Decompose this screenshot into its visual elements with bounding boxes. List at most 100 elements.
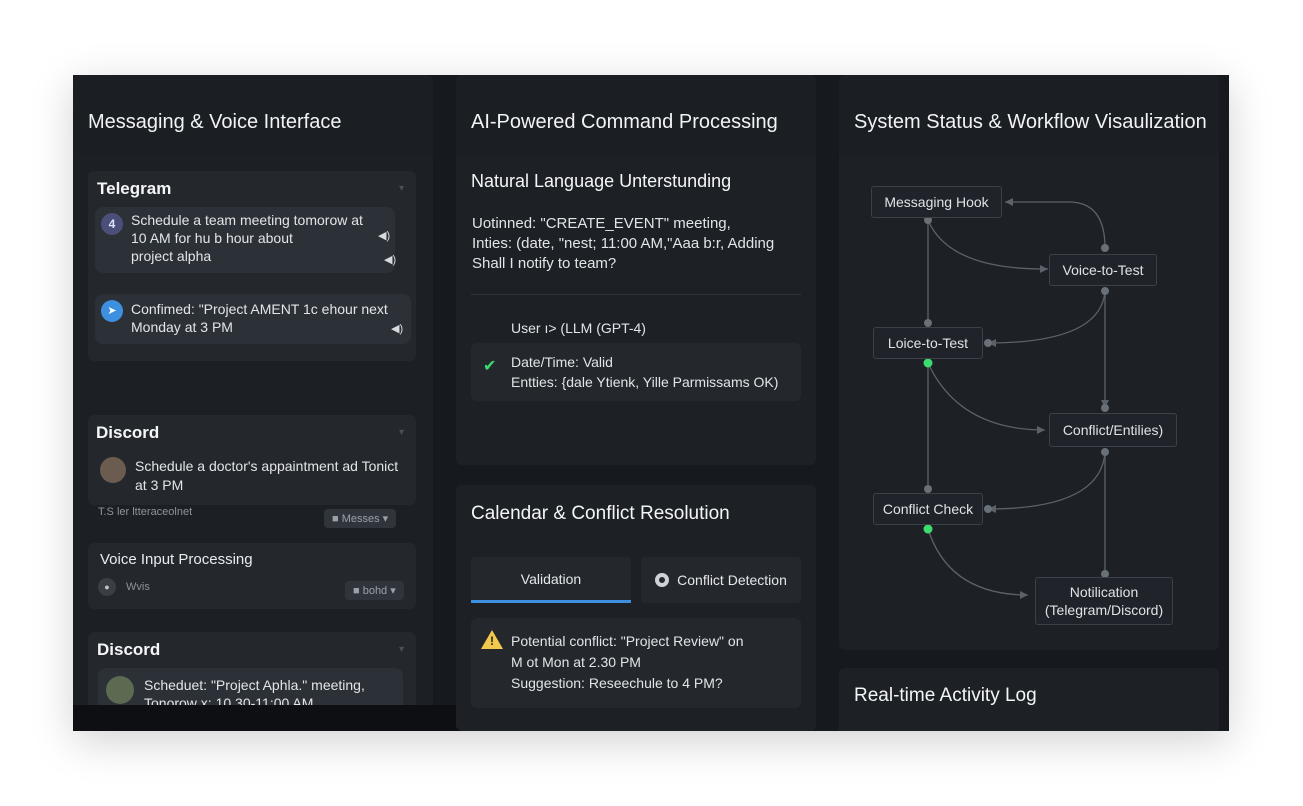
alert-line-3: Suggestion: Reseechule to 4 PM? [511,675,723,691]
discord-2-line1: Scheduet: "Project Aphla." meeting, [144,677,365,693]
discord-footer-text: T.S ler ltteraceolnet [98,506,193,518]
telegram-message-1[interactable]: 4 Schedule a team meeting tomorow at 10 … [95,207,395,273]
ai-panel: AI-Powered Command Processing Natural La… [456,75,816,465]
node-messaging-hook[interactable]: Messaging Hook [871,186,1002,218]
nlu-line-1: Uotinned: "CREATE_EVENT" meeting, [472,215,731,232]
messaging-header: Messaging & Voice Interface [73,75,433,155]
nlu-line-2: Inties: (date, "nest; 11:00 AM,"Aaa b:r,… [472,235,775,252]
calendar-title: Calendar & Conflict Resolution [471,503,730,524]
arrowhead [1005,198,1013,206]
activity-log-title: Real-time Activity Log [854,685,1037,706]
telegram-message-1-line2: 10 AM for hu b hour about [131,230,293,246]
status-dot-green [923,524,933,534]
status-dot-green [923,358,933,368]
ai-column: AI-Powered Command Processing Natural La… [456,75,818,731]
node-voice-to-test-label: Voice-to-Test [1062,262,1144,278]
nlu-title: Natural Language Unterstunding [471,171,732,191]
conflict-alert-card: ! Potential conflict: "Project Review" o… [471,618,801,708]
divider [471,294,801,295]
edge-conflict-check [987,451,1106,510]
node-voice-to-test[interactable]: Voice-to-Test [1049,254,1157,286]
node-conflict-entities-label: Conflict/Entilies) [1062,422,1164,438]
voice-input-dropdown[interactable]: ■ bohd ▾ [345,581,404,600]
chevron-down-icon[interactable]: ▾ [399,183,404,194]
check-icon: ✔ [483,358,497,375]
messaging-title: Messaging & Voice Interface [88,111,342,133]
messaging-column: Messaging & Voice Interface Telegram ▾ 4… [73,75,513,731]
chevron-down-icon[interactable]: ▾ [399,427,404,438]
port-dot [1101,404,1109,412]
telegram-card: Telegram ▾ 4 Schedule a team meeting tom… [88,171,416,361]
node-messaging-hook-label: Messaging Hook [884,194,989,210]
alert-line-2: M ot Mon at 2.30 PM [511,654,641,670]
chevron-down-icon[interactable]: ▾ [399,644,404,655]
telegram-message-2-line1: Confimed: "Project AMENT 1c ehour next [131,301,388,317]
edge-loice-conflict [927,362,1046,431]
node-conflict-check-label: Conflict Check [882,501,974,517]
bottom-bar [73,705,513,731]
port-dot [984,339,992,347]
ai-header: AI-Powered Command Processing [456,75,816,155]
calendar-panel: Calendar & Conflict Resolution Validatio… [456,485,816,731]
port-dot [1101,448,1109,456]
node-notification-label-1: Notilication [1069,584,1139,600]
tab-validation[interactable]: Validation [471,557,631,603]
port-dot [924,485,932,493]
node-notification-label-2: (Telegram/Discord) [1044,602,1164,618]
discord-message-line1: Schedule a doctor's appaintment ad Tonic… [135,458,399,474]
warning-exclaim: ! [490,634,494,648]
discord-message-line2: at 3 PM [135,477,184,493]
activity-log-panel: Real-time Activity Log [839,668,1219,731]
voice-input-status: Wvis [126,581,150,593]
messaging-panel: Messaging & Voice Interface Telegram ▾ 4… [73,75,433,731]
arrowhead [1040,265,1048,273]
discord-message-dropdown[interactable]: ■ Messes ▾ [324,509,397,528]
check-line-1: Date/Time: Valid [511,354,613,370]
arrowhead [1037,426,1045,434]
llm-flow-text: User ı> (LLM (GPT-4) [511,320,646,336]
discord-2-title: Discord [97,640,161,659]
user-avatar-icon: 4 [101,213,123,235]
telegram-message-2-line2: Monday at 3 PM [131,319,233,335]
app-window: Messaging & Voice Interface Telegram ▾ 4… [73,75,1229,731]
telegram-message-1-line1: Schedule a team meeting tomorow at [131,212,363,228]
edge-hook-voice [927,219,1049,270]
node-conflict-entities[interactable]: Conflict/Entilies) [1049,413,1177,447]
speaker-icon[interactable]: ◀) [391,320,403,338]
voice-pill-label: bohd [362,585,388,597]
telegram-message-1-line3: project alpha [131,248,212,264]
status-header: System Status & Workflow Visaulization [839,75,1219,155]
tab-validation-label: Validation [520,570,582,587]
user-avatar-icon [106,676,134,704]
discord-card: Discord ▾ Schedule a doctor's appaintmen… [88,415,416,505]
node-conflict-check[interactable]: Conflict Check [873,493,983,525]
telegram-message-2[interactable]: ➤ Confimed: "Project AMENT 1c ehour next… [95,294,411,344]
speaker-icon[interactable]: ◀) [384,253,396,266]
workflow-diagram [923,198,1109,599]
voice-input-card: Voice Input Processing ● Wvis ■ bohd ▾ [88,543,416,609]
edge-voice-loice [987,290,1106,344]
arrowhead [1020,591,1028,599]
microphone-icon[interactable]: ● [98,578,116,596]
node-loice-to-test-label: Loice-to-Test [887,335,969,351]
node-loice-to-test[interactable]: Loice-to-Test [873,327,983,359]
voice-input-title: Voice Input Processing [100,551,253,568]
tab-conflict-label: Conflict Detection [677,572,787,588]
status-panel: System Status & Workflow Visaulization M… [839,75,1219,650]
validation-result-card: ✔ Date/Time: Valid Entties: {dale Ytienk… [471,343,801,401]
port-dot [984,505,992,513]
nlu-line-3: Shall I notify to team? [472,255,617,272]
check-line-2: Entties: {dale Ytienk, Yille Parmissams … [511,374,779,390]
telegram-title: Telegram [97,179,172,198]
telegram-icon: ➤ [101,300,123,322]
node-notification[interactable]: Notilication (Telegram/Discord) [1035,577,1173,625]
alert-line-1: Potential conflict: "Project Review" on [511,633,744,649]
discord-pill-label: Messes [341,513,380,525]
user-avatar-icon [100,457,126,483]
speaker-icon[interactable]: ◀) [378,227,390,245]
status-column: System Status & Workflow Visaulization M… [839,75,1219,731]
port-dot [924,319,932,327]
port-dot [1101,287,1109,295]
tab-conflict-detection[interactable]: Conflict Detection [641,557,801,603]
edge-loop-top [1005,201,1106,249]
